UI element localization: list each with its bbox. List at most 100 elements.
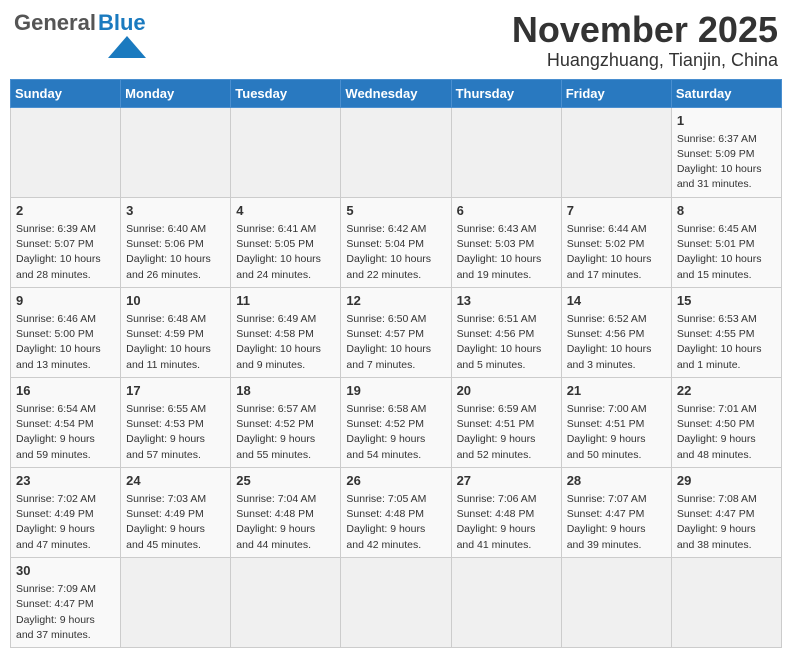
weekday-header-thursday: Thursday xyxy=(451,79,561,107)
day-info: Sunrise: 6:55 AM Sunset: 4:53 PM Dayligh… xyxy=(126,402,225,463)
day-info: Sunrise: 7:07 AM Sunset: 4:47 PM Dayligh… xyxy=(567,492,666,553)
day-number: 3 xyxy=(126,202,225,220)
day-cell: 13Sunrise: 6:51 AM Sunset: 4:56 PM Dayli… xyxy=(451,287,561,377)
day-cell: 7 Sunrise: 6:44 AM Sunset: 5:02 PM Daylig… xyxy=(561,197,671,287)
day-cell xyxy=(121,107,231,197)
weekday-header-monday: Monday xyxy=(121,79,231,107)
weekday-header-row: SundayMondayTuesdayWednesdayThursdayFrid… xyxy=(11,79,782,107)
day-cell: 3 Sunrise: 6:40 AM Sunset: 5:06 PM Daylig… xyxy=(121,197,231,287)
weekday-header-sunday: Sunday xyxy=(11,79,121,107)
day-cell: 27Sunrise: 7:06 AM Sunset: 4:48 PM Dayli… xyxy=(451,467,561,557)
week-row-1: 1 Sunrise: 6:37 AM Sunset: 5:09 PM Daylig… xyxy=(11,107,782,197)
day-cell: 19Sunrise: 6:58 AM Sunset: 4:52 PM Dayli… xyxy=(341,377,451,467)
day-info: Sunrise: 7:05 AM Sunset: 4:48 PM Dayligh… xyxy=(346,492,445,553)
day-number: 26 xyxy=(346,472,445,490)
day-number: 29 xyxy=(677,472,776,490)
location: Huangzhuang, Tianjin, China xyxy=(512,50,778,71)
day-cell: 25Sunrise: 7:04 AM Sunset: 4:48 PM Dayli… xyxy=(231,467,341,557)
day-cell: 5Sunrise: 6:42 AM Sunset: 5:04 PM Daylig… xyxy=(341,197,451,287)
day-number: 6 xyxy=(457,202,556,220)
day-number: 15 xyxy=(677,292,776,310)
day-cell: 8 Sunrise: 6:45 AM Sunset: 5:01 PM Daylig… xyxy=(671,197,781,287)
day-number: 14 xyxy=(567,292,666,310)
day-cell: 6 Sunrise: 6:43 AM Sunset: 5:03 PM Daylig… xyxy=(451,197,561,287)
day-info: Sunrise: 6:43 AM Sunset: 5:03 PM Dayligh… xyxy=(457,222,556,283)
day-cell: 12Sunrise: 6:50 AM Sunset: 4:57 PM Dayli… xyxy=(341,287,451,377)
day-number: 5 xyxy=(346,202,445,220)
day-cell xyxy=(671,557,781,647)
week-row-3: 9Sunrise: 6:46 AM Sunset: 5:00 PM Daylig… xyxy=(11,287,782,377)
logo-general: General xyxy=(14,10,96,36)
day-info: Sunrise: 7:01 AM Sunset: 4:50 PM Dayligh… xyxy=(677,402,776,463)
day-info: Sunrise: 6:49 AM Sunset: 4:58 PM Dayligh… xyxy=(236,312,335,373)
day-cell: 17 Sunrise: 6:55 AM Sunset: 4:53 PM Dayli… xyxy=(121,377,231,467)
calendar-table: SundayMondayTuesdayWednesdayThursdayFrid… xyxy=(10,79,782,648)
day-info: Sunrise: 6:40 AM Sunset: 5:06 PM Dayligh… xyxy=(126,222,225,283)
day-number: 25 xyxy=(236,472,335,490)
day-info: Sunrise: 6:54 AM Sunset: 4:54 PM Dayligh… xyxy=(16,402,115,463)
day-info: Sunrise: 7:09 AM Sunset: 4:47 PM Dayligh… xyxy=(16,582,115,643)
day-cell: 9Sunrise: 6:46 AM Sunset: 5:00 PM Daylig… xyxy=(11,287,121,377)
day-cell: 22 Sunrise: 7:01 AM Sunset: 4:50 PM Dayli… xyxy=(671,377,781,467)
day-info: Sunrise: 6:44 AM Sunset: 5:02 PM Dayligh… xyxy=(567,222,666,283)
day-number: 30 xyxy=(16,562,115,580)
day-number: 4 xyxy=(236,202,335,220)
day-cell xyxy=(11,107,121,197)
day-cell xyxy=(561,557,671,647)
day-cell: 14 Sunrise: 6:52 AM Sunset: 4:56 PM Dayli… xyxy=(561,287,671,377)
logo-triangle-icon xyxy=(108,36,146,58)
day-info: Sunrise: 6:53 AM Sunset: 4:55 PM Dayligh… xyxy=(677,312,776,373)
day-number: 8 xyxy=(677,202,776,220)
weekday-header-saturday: Saturday xyxy=(671,79,781,107)
day-info: Sunrise: 7:06 AM Sunset: 4:48 PM Dayligh… xyxy=(457,492,556,553)
weekday-header-tuesday: Tuesday xyxy=(231,79,341,107)
weekday-header-wednesday: Wednesday xyxy=(341,79,451,107)
day-info: Sunrise: 6:51 AM Sunset: 4:56 PM Dayligh… xyxy=(457,312,556,373)
day-info: Sunrise: 7:00 AM Sunset: 4:51 PM Dayligh… xyxy=(567,402,666,463)
day-number: 10 xyxy=(126,292,225,310)
day-number: 1 xyxy=(677,112,776,130)
day-cell xyxy=(231,557,341,647)
day-number: 9 xyxy=(16,292,115,310)
week-row-2: 2Sunrise: 6:39 AM Sunset: 5:07 PM Daylig… xyxy=(11,197,782,287)
day-cell: 26 Sunrise: 7:05 AM Sunset: 4:48 PM Dayli… xyxy=(341,467,451,557)
day-cell xyxy=(121,557,231,647)
day-cell xyxy=(451,557,561,647)
week-row-5: 23 Sunrise: 7:02 AM Sunset: 4:49 PM Dayli… xyxy=(11,467,782,557)
day-number: 23 xyxy=(16,472,115,490)
day-cell xyxy=(231,107,341,197)
logo-blue: Blue xyxy=(98,10,146,36)
day-number: 22 xyxy=(677,382,776,400)
day-number: 18 xyxy=(236,382,335,400)
day-info: Sunrise: 7:08 AM Sunset: 4:47 PM Dayligh… xyxy=(677,492,776,553)
day-number: 19 xyxy=(346,382,445,400)
day-info: Sunrise: 6:45 AM Sunset: 5:01 PM Dayligh… xyxy=(677,222,776,283)
day-cell xyxy=(451,107,561,197)
day-info: Sunrise: 7:02 AM Sunset: 4:49 PM Dayligh… xyxy=(16,492,115,553)
day-info: Sunrise: 6:52 AM Sunset: 4:56 PM Dayligh… xyxy=(567,312,666,373)
day-info: Sunrise: 6:37 AM Sunset: 5:09 PM Dayligh… xyxy=(677,132,776,193)
month-title: November 2025 xyxy=(512,10,778,50)
day-number: 20 xyxy=(457,382,556,400)
day-cell: 29 Sunrise: 7:08 AM Sunset: 4:47 PM Dayli… xyxy=(671,467,781,557)
day-cell: 28Sunrise: 7:07 AM Sunset: 4:47 PM Dayli… xyxy=(561,467,671,557)
day-cell: 16 Sunrise: 6:54 AM Sunset: 4:54 PM Dayli… xyxy=(11,377,121,467)
day-number: 16 xyxy=(16,382,115,400)
day-cell: 21 Sunrise: 7:00 AM Sunset: 4:51 PM Dayli… xyxy=(561,377,671,467)
day-info: Sunrise: 6:59 AM Sunset: 4:51 PM Dayligh… xyxy=(457,402,556,463)
logo: General Blue xyxy=(14,10,146,58)
day-cell xyxy=(341,107,451,197)
day-info: Sunrise: 6:39 AM Sunset: 5:07 PM Dayligh… xyxy=(16,222,115,283)
day-number: 21 xyxy=(567,382,666,400)
day-cell: 4Sunrise: 6:41 AM Sunset: 5:05 PM Daylig… xyxy=(231,197,341,287)
day-cell xyxy=(341,557,451,647)
day-number: 7 xyxy=(567,202,666,220)
day-cell: 1 Sunrise: 6:37 AM Sunset: 5:09 PM Daylig… xyxy=(671,107,781,197)
day-cell: 20 Sunrise: 6:59 AM Sunset: 4:51 PM Dayli… xyxy=(451,377,561,467)
day-number: 12 xyxy=(346,292,445,310)
day-cell: 23 Sunrise: 7:02 AM Sunset: 4:49 PM Dayli… xyxy=(11,467,121,557)
day-number: 17 xyxy=(126,382,225,400)
day-cell xyxy=(561,107,671,197)
day-cell: 15 Sunrise: 6:53 AM Sunset: 4:55 PM Dayli… xyxy=(671,287,781,377)
day-number: 11 xyxy=(236,292,335,310)
